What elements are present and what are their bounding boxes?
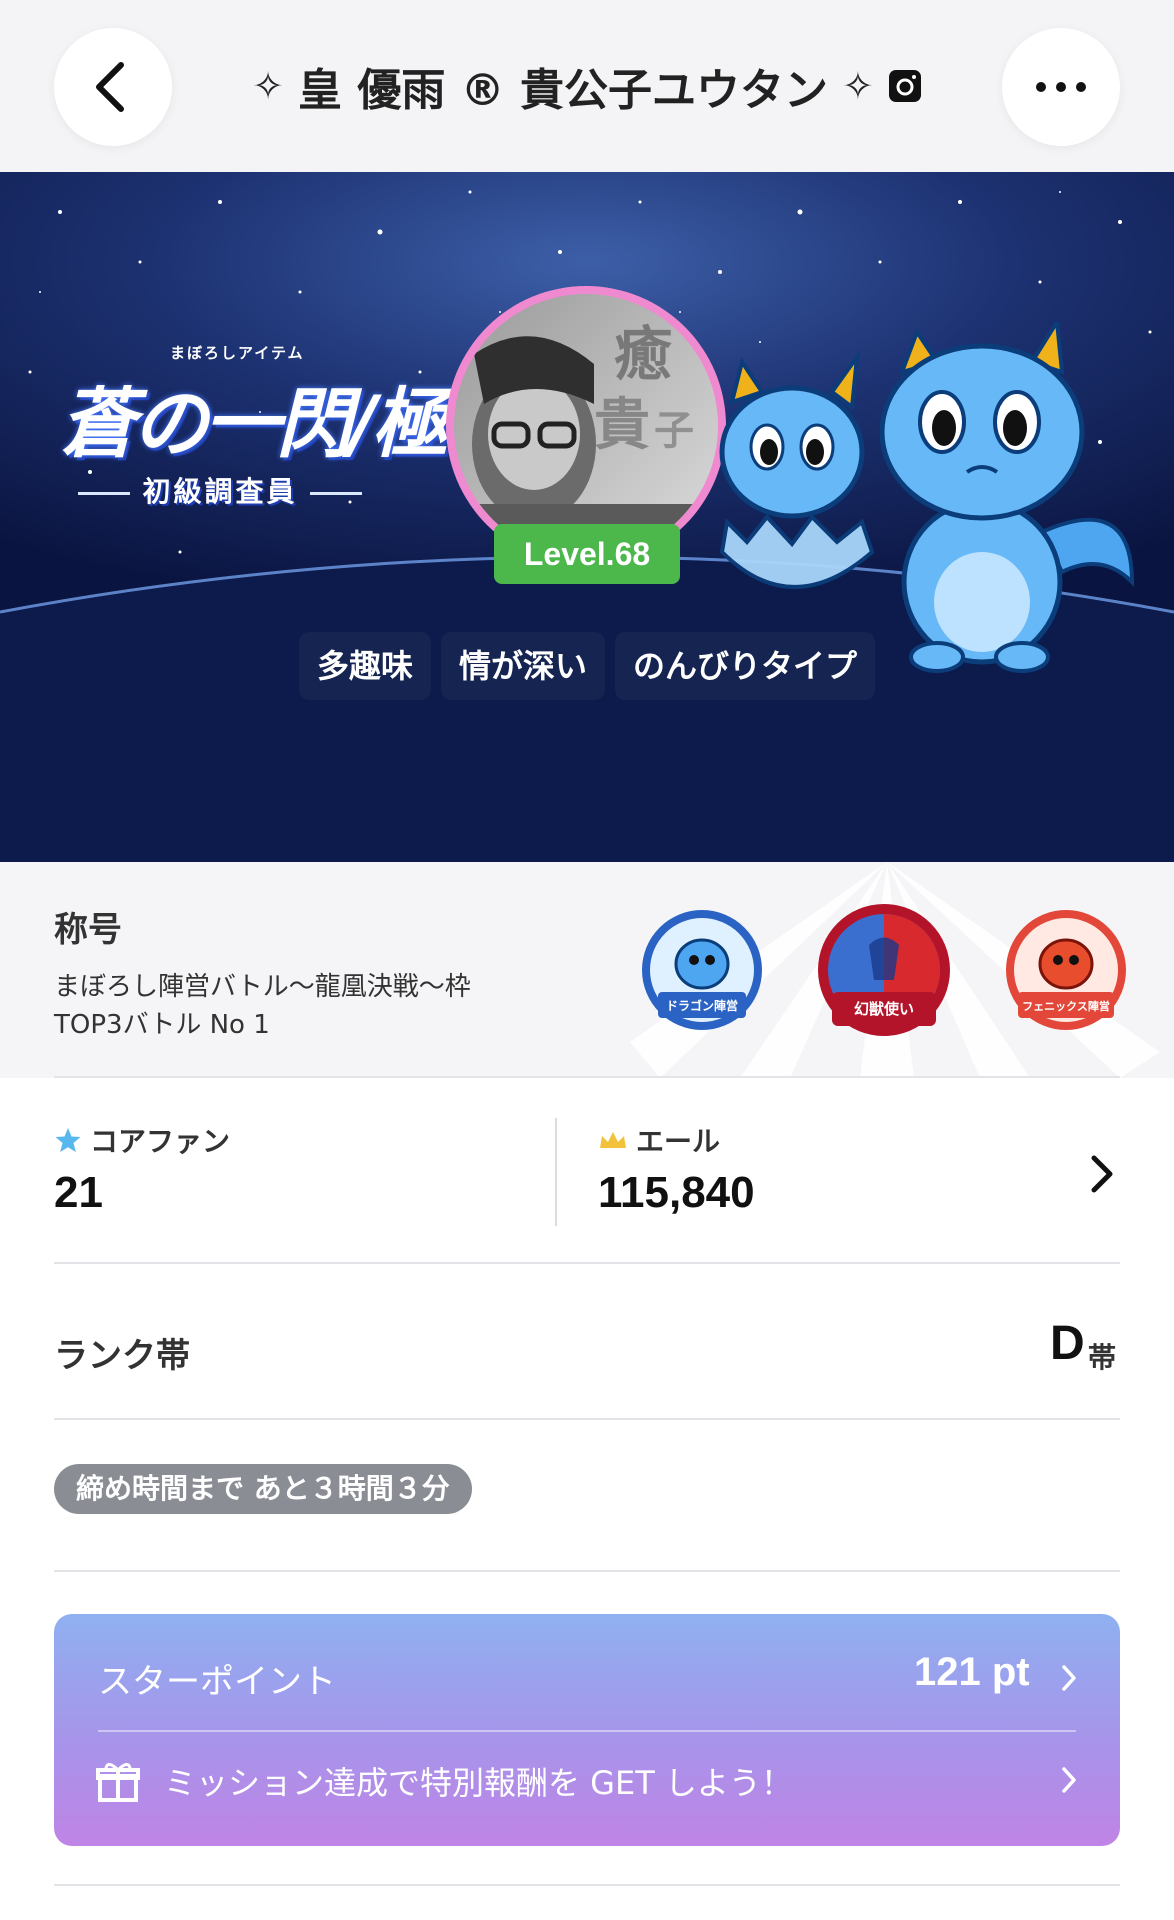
item-category-label: まぼろしアイテム xyxy=(170,344,305,362)
user-name: 皇 優雨 ® 貴公子ユウタン xyxy=(298,65,828,116)
tag-item: 多趣味 xyxy=(298,632,431,700)
item-title-logo: まぼろしアイテム 蒼の一閃/極 初級調査員 xyxy=(40,342,448,522)
instagram-icon[interactable] xyxy=(888,69,922,103)
svg-text:ドラゴン陣営: ドラゴン陣営 xyxy=(666,998,738,1013)
level-badge: Level.68 xyxy=(494,524,680,584)
svg-text:幻獣使い: 幻獣使い xyxy=(854,1000,914,1018)
item-name: 蒼の一閃/極 xyxy=(60,379,448,468)
personality-tags: 多趣味 情が深い のんびりタイプ xyxy=(0,632,1174,700)
tag-item: 情が深い xyxy=(440,632,605,700)
page-title: ✧ 皇 優雨 ® 貴公子ユウタン ✧ xyxy=(170,50,1004,122)
chevron-right-icon[interactable] xyxy=(1060,1766,1078,1794)
crown-icon xyxy=(600,1132,626,1148)
back-button[interactable] xyxy=(54,28,172,146)
dragon-badge[interactable]: ドラゴン陣営 xyxy=(640,908,764,1032)
sparkle-icon: ✧ xyxy=(841,64,874,108)
svg-text:貴: 貴 xyxy=(594,392,650,458)
card-divider xyxy=(98,1730,1076,1732)
chevron-right-icon[interactable] xyxy=(1088,1154,1116,1194)
core-fan-label: コアファン xyxy=(54,1120,230,1160)
svg-text:フェニックス陣営: フェニックス陣営 xyxy=(1022,999,1110,1013)
sparkle-icon: ✧ xyxy=(252,64,285,108)
star-icon xyxy=(55,1128,81,1152)
phantom-badge[interactable]: 幻獣使い xyxy=(814,900,954,1040)
phoenix-badge[interactable]: フェニックス陣営 xyxy=(1004,908,1128,1032)
title-text: まぼろし陣営バトル〜龍凰決戦〜枠TOP3バトル No 1 xyxy=(54,972,471,1040)
yell-value: 115,840 xyxy=(598,1168,755,1217)
more-dots-icon xyxy=(1036,82,1086,92)
rank-label: ランク帯 xyxy=(54,1336,190,1376)
title-label: 称号 xyxy=(54,910,122,950)
more-button[interactable] xyxy=(1002,28,1120,146)
divider xyxy=(54,1418,1120,1420)
svg-text:癒: 癒 xyxy=(614,320,672,388)
tag-item: のんびりタイプ xyxy=(615,632,876,700)
top-bar: ✧ 皇 優雨 ® 貴公子ユウタン ✧ xyxy=(0,0,1174,172)
divider xyxy=(54,1076,1120,1078)
chevron-left-icon xyxy=(96,62,124,112)
item-subtitle: 初級調査員 xyxy=(40,470,400,510)
divider xyxy=(54,1570,1120,1572)
divider xyxy=(54,1262,1120,1264)
avatar-image: 癒 貴 子 xyxy=(454,294,718,558)
yell-label: エール xyxy=(598,1120,720,1160)
divider xyxy=(54,1884,1120,1886)
profile-banner: まぼろしアイテム 蒼の一閃/極 初級調査員 癒 貴 子 Level.68 多趣味… xyxy=(0,172,1174,862)
svg-text:子: 子 xyxy=(654,407,694,454)
deadline-badge: 締め時間まで あと３時間３分 xyxy=(54,1464,472,1514)
star-point-card[interactable]: スターポイント 121 pt ミッション達成で特別報酬を GET しよう！ xyxy=(54,1614,1120,1846)
core-fan-value: 21 xyxy=(54,1168,103,1217)
star-point-label: スターポイント xyxy=(98,1662,336,1702)
mission-text[interactable]: ミッション達成で特別報酬を GET しよう！ xyxy=(164,1758,793,1804)
title-section[interactable]: 称号 まぼろし陣営バトル〜龍凰決戦〜枠TOP3バトル No 1 ドラゴン陣営 幻… xyxy=(0,862,1174,1078)
rank-value: D xyxy=(1050,1317,1085,1370)
rank-suffix: 帯 xyxy=(1088,1341,1117,1374)
gift-icon xyxy=(96,1763,140,1802)
star-point-value: 121 pt xyxy=(914,1650,1030,1694)
chevron-right-icon[interactable] xyxy=(1060,1664,1078,1692)
stats-divider xyxy=(555,1118,557,1226)
dragon-mascots xyxy=(719,322,1135,673)
